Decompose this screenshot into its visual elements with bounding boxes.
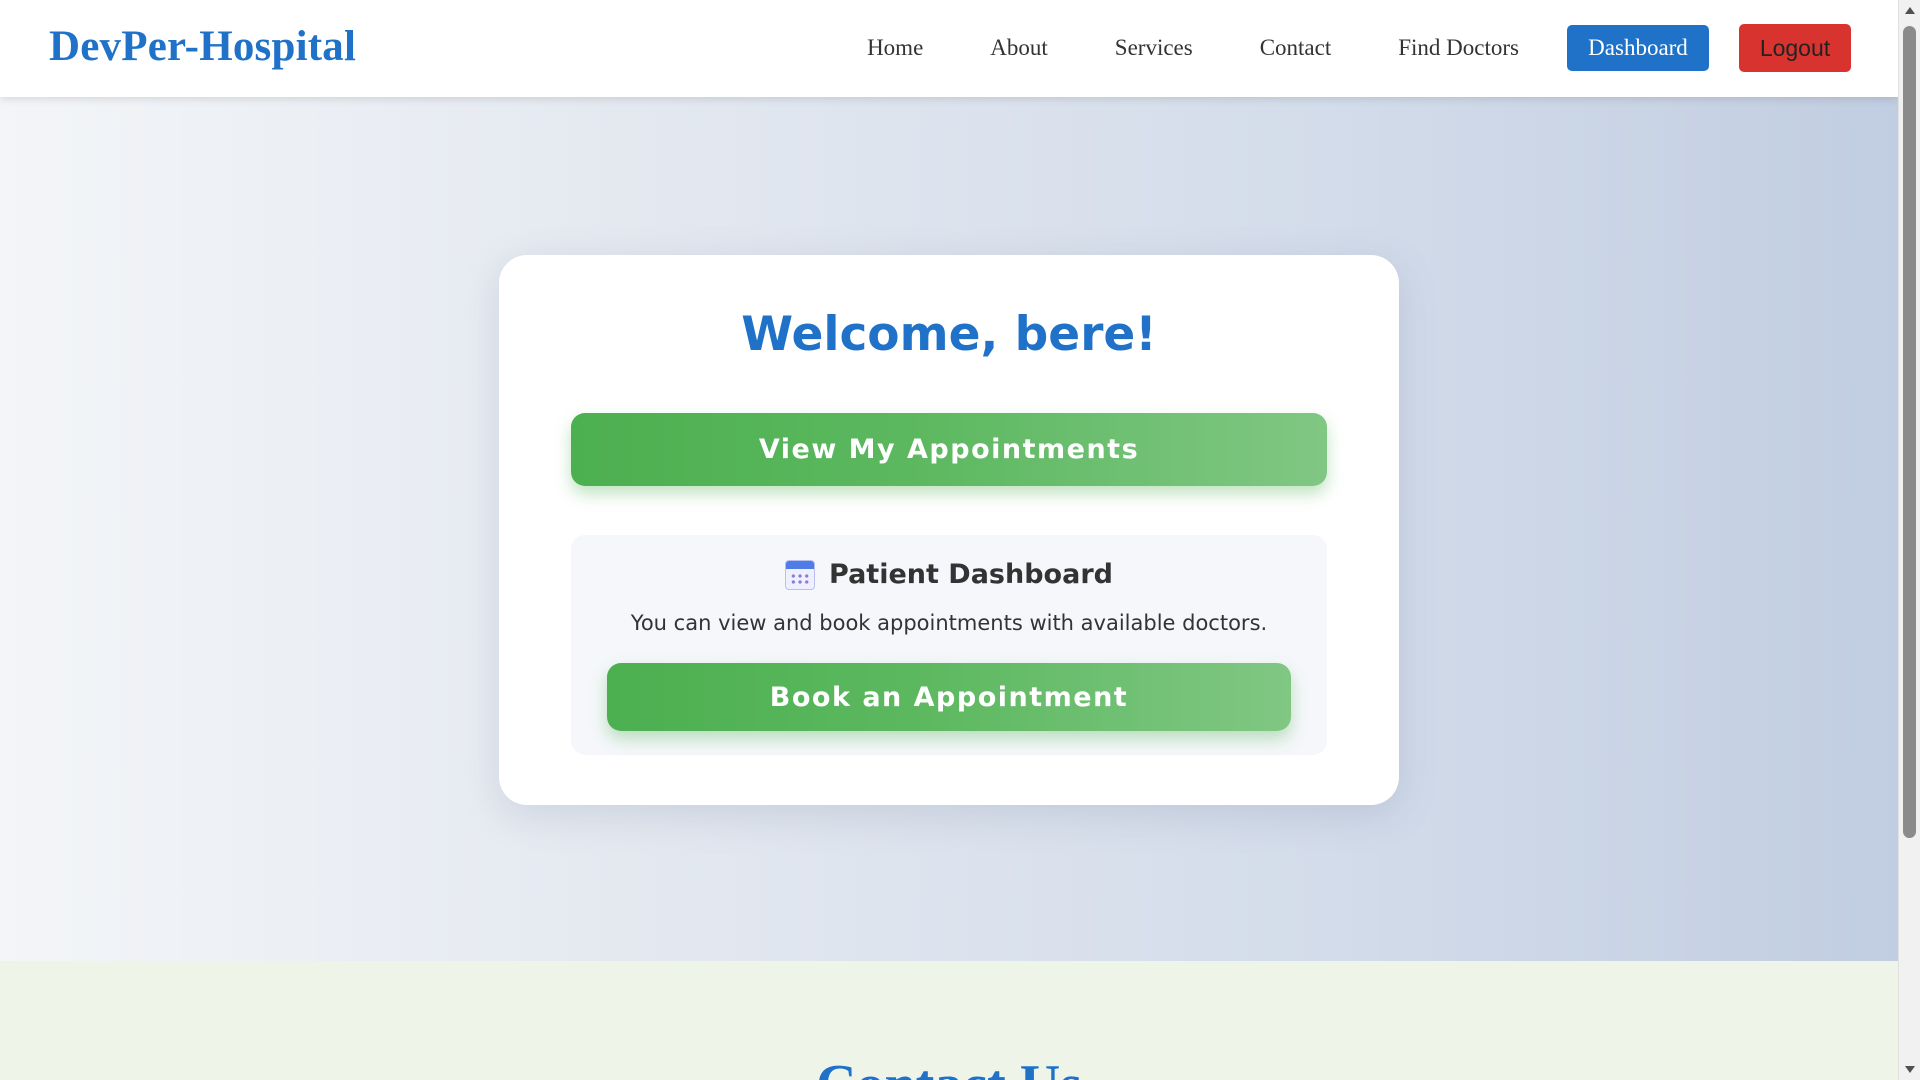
nav-about[interactable]: About: [990, 24, 1048, 72]
contact-section: Contact Us: [0, 961, 1898, 1080]
navbar: DevPer-Hospital Home About Services Cont…: [0, 0, 1898, 97]
scroll-up-arrow-icon[interactable]: [1905, 7, 1915, 14]
vertical-scrollbar[interactable]: [1898, 0, 1920, 1080]
dashboard-button[interactable]: Dashboard: [1567, 25, 1709, 71]
calendar-icon: [785, 559, 816, 590]
nav-find-doctors[interactable]: Find Doctors: [1398, 24, 1519, 72]
nav-services[interactable]: Services: [1115, 24, 1193, 72]
hero-section: Welcome, bere! View My Appointments Pati…: [0, 97, 1898, 961]
patient-dashboard-panel: Patient Dashboard You can view and book …: [571, 535, 1327, 755]
nav-links: Home About Services Contact Find Doctors…: [867, 24, 1851, 72]
brand-logo[interactable]: DevPer-Hospital: [49, 22, 356, 71]
welcome-card: Welcome, bere! View My Appointments Pati…: [499, 255, 1399, 805]
nav-home[interactable]: Home: [867, 24, 923, 72]
panel-title: Patient Dashboard: [571, 559, 1327, 590]
scrollbar-thumb[interactable]: [1903, 26, 1916, 838]
nav-contact[interactable]: Contact: [1260, 24, 1332, 72]
panel-title-text: Patient Dashboard: [829, 559, 1113, 590]
logout-button[interactable]: Logout: [1739, 24, 1851, 72]
book-appointment-button[interactable]: Book an Appointment: [607, 663, 1291, 731]
page-viewport: DevPer-Hospital Home About Services Cont…: [0, 0, 1898, 1080]
panel-description: You can view and book appointments with …: [630, 611, 1268, 635]
contact-heading: Contact Us: [0, 1053, 1898, 1080]
scroll-down-arrow-icon[interactable]: [1905, 1066, 1915, 1073]
view-appointments-button[interactable]: View My Appointments: [571, 413, 1327, 486]
welcome-heading: Welcome, bere!: [741, 307, 1157, 362]
